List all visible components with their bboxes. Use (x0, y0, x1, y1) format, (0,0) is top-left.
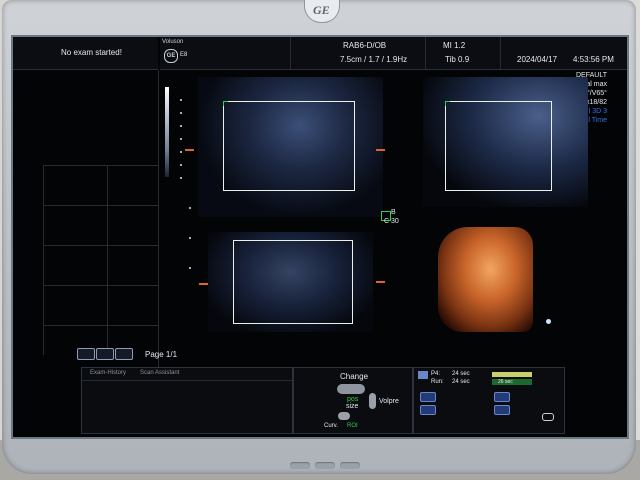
time-display: 4:53:56 PM (573, 55, 614, 64)
exam-status-bar: No exam started! (13, 37, 158, 70)
depth-info: 7.5cm / 1.7 / 1.9Hz (340, 55, 408, 64)
change-label[interactable]: Change (340, 372, 368, 381)
roi-box-c[interactable] (233, 240, 353, 324)
plane-marker-a (185, 149, 194, 151)
plane-marker-d (376, 281, 385, 283)
timer-run-bar-text: 26 sec (498, 379, 513, 385)
monitor-button-3[interactable] (340, 462, 360, 469)
timer-panel: P4: 24 sec Run: 24 sec 26 sec (413, 367, 565, 434)
ultrasound-view-c[interactable] (208, 232, 373, 332)
p1-button[interactable] (420, 405, 436, 415)
plane-marker-c (199, 283, 208, 285)
probe-label: RAB6-D/OB (343, 41, 387, 50)
knob-icon[interactable] (338, 412, 350, 420)
tab-exam-history[interactable]: Exam-History (90, 370, 126, 376)
monitor-button-1[interactable] (290, 462, 310, 469)
3d-render-view[interactable] (438, 227, 533, 332)
pos-label[interactable]: pos (347, 396, 358, 403)
left-panel (13, 70, 159, 370)
layout-3x1-button[interactable] (115, 348, 133, 360)
timer-run-value: 24 sec (452, 379, 470, 385)
page-indicator: Page 1/1 (145, 350, 178, 359)
layout-2x2-button[interactable] (96, 348, 114, 360)
header-bar: Voluson GE E8 RAB6-D/OB MI 1.2 7.5cm / 1… (160, 37, 627, 70)
tab-scan-assistant[interactable]: Scan Assistant (140, 370, 179, 376)
roi-label[interactable]: ROI (347, 423, 358, 429)
roi-box-a[interactable] (223, 101, 355, 191)
size-label[interactable]: size (346, 403, 358, 410)
rotary-icon[interactable] (369, 393, 376, 409)
layout-1x2-button[interactable] (77, 348, 95, 360)
product-model: E8 (180, 52, 188, 58)
ultrasound-view-b[interactable] (423, 77, 588, 207)
ge-small-logo: GE (164, 49, 178, 63)
timer-p4-value: 24 sec (452, 371, 470, 377)
p4-button[interactable] (494, 405, 510, 415)
p3-button[interactable] (494, 392, 510, 402)
timer-p4-label: P4: (431, 371, 441, 377)
ultrasound-screen: No exam started! Voluson GE E8 RAB6-D/OB… (11, 35, 629, 439)
p2-button[interactable] (420, 392, 436, 402)
roi-control-panel: Change pos size Volpre Curv. ROI (293, 367, 413, 434)
gain-scale-bar (165, 87, 169, 177)
plane-marker-b (376, 149, 385, 151)
bottom-tabs-panel: Exam-History Scan Assistant (81, 367, 293, 434)
exam-status-text: No exam started! (61, 48, 122, 57)
mi-value: MI 1.2 (443, 41, 466, 50)
tib-value: Tib 0.9 (445, 55, 470, 64)
timer-run-bar: 26 sec (492, 379, 532, 385)
timer-p4-bar (492, 372, 532, 377)
timer-run-label: Run: (431, 379, 444, 385)
trackball-icon[interactable] (337, 384, 365, 394)
ultrasound-view-a[interactable] (198, 77, 383, 217)
orientation-c: C 30 (384, 218, 399, 225)
date-display: 2024/04/17 (517, 55, 558, 64)
monitor-button-2[interactable] (315, 462, 335, 469)
phone-icon[interactable] (542, 413, 554, 421)
product-name: Voluson (162, 39, 184, 45)
volpre-label[interactable]: Volpre (379, 398, 399, 405)
ge-logo: GE (304, 0, 340, 23)
orientation-b: B (391, 209, 396, 216)
monitor-buttons (290, 462, 362, 470)
curv-label[interactable]: Curv. (324, 423, 338, 429)
ge-logo-text: GE (313, 3, 330, 17)
p4-icon (418, 371, 428, 379)
roi-box-b[interactable] (445, 101, 552, 191)
